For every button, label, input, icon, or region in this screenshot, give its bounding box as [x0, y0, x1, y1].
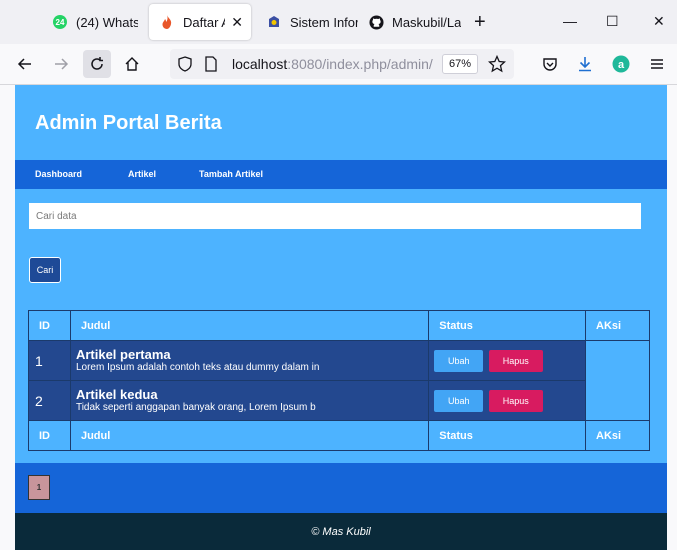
- pocket-icon: [543, 58, 557, 71]
- tab-badge: 24: [53, 15, 67, 29]
- browser-tab-bar: 24 (24) WhatsA Daftar Art ✕ Sistem Infor…: [0, 0, 677, 44]
- row-aksi: [585, 340, 650, 381]
- edit-button[interactable]: Ubah: [434, 349, 484, 372]
- minimize-button[interactable]: —: [563, 12, 577, 30]
- tab-title: (24) WhatsA: [76, 14, 138, 30]
- footer-header-judul: Judul: [69, 420, 430, 451]
- page-title: Admin Portal Berita: [35, 112, 222, 134]
- github-icon: [368, 14, 384, 30]
- star-icon[interactable]: [488, 55, 506, 73]
- maximize-button[interactable]: ☐: [606, 12, 619, 30]
- delete-button[interactable]: Hapus: [488, 389, 543, 412]
- row-aksi: [585, 380, 650, 421]
- column-header-judul: Judul: [69, 310, 430, 341]
- address-bar[interactable]: localhost:8080/index.php/admin/ 67%: [170, 49, 514, 79]
- tab-sistem-informasi[interactable]: Sistem Infor: [262, 4, 358, 40]
- table-row: 1 Artikel pertama Lorem Ipsum adalah con…: [28, 340, 650, 381]
- reload-icon: [91, 57, 103, 70]
- row-status: Ubah Hapus: [428, 340, 587, 381]
- column-header-status: Status: [428, 310, 587, 341]
- shield-icon: [178, 56, 192, 72]
- tab-title: Maskubil/La: [392, 14, 462, 30]
- article-excerpt: Tidak seperti anggapan banyak orang, Lor…: [75, 402, 316, 413]
- forward-button[interactable]: [47, 50, 75, 78]
- nav-link-tambah-artikel[interactable]: Tambah Artikel: [199, 169, 263, 179]
- browser-toolbar: localhost:8080/index.php/admin/ 67% a: [0, 44, 677, 85]
- article-title: Artikel kedua: [75, 387, 158, 402]
- search-input[interactable]: [29, 203, 641, 229]
- page-content: Admin Portal Berita Dashboard Artikel Ta…: [15, 85, 667, 550]
- extension-icon: a: [612, 55, 630, 73]
- back-arrow-icon: [17, 58, 31, 70]
- article-title: Artikel pertama: [75, 347, 171, 362]
- home-icon: [125, 57, 139, 71]
- window-close-button[interactable]: ✕: [653, 12, 665, 30]
- row-status: Ubah Hapus: [428, 380, 587, 421]
- extension-button[interactable]: a: [607, 50, 635, 78]
- page-icon: [205, 56, 217, 72]
- nav-link-dashboard[interactable]: Dashboard: [35, 169, 82, 179]
- tab-github[interactable]: Maskubil/La: [366, 4, 466, 40]
- tab-whatsapp[interactable]: 24 (24) WhatsA: [40, 4, 138, 40]
- row-judul: Artikel kedua Tidak seperti anggapan ban…: [69, 380, 430, 421]
- row-id: 1: [28, 340, 71, 381]
- table-row: 2 Artikel kedua Tidak seperti anggapan b…: [28, 380, 650, 421]
- site-header: Admin Portal Berita: [15, 85, 667, 160]
- table-footer-row: ID Judul Status AKsi: [28, 420, 650, 451]
- back-button[interactable]: [11, 50, 39, 78]
- footer-header-status: Status: [428, 420, 587, 451]
- home-button[interactable]: [118, 50, 146, 78]
- page-link-current[interactable]: 1: [28, 475, 50, 500]
- site-nav: Dashboard Artikel Tambah Artikel: [15, 160, 667, 189]
- close-tab-icon[interactable]: ✕: [231, 14, 243, 31]
- url-text[interactable]: localhost:8080/index.php/admin/: [232, 56, 433, 72]
- whatsapp-icon: 24: [52, 14, 68, 30]
- article-table: ID Judul Status AKsi 1 Artikel pertama L…: [28, 310, 650, 451]
- svg-text:a: a: [618, 59, 625, 71]
- article-excerpt: Lorem Ipsum adalah contoh teks atau dumm…: [75, 362, 320, 373]
- menu-icon: [651, 59, 663, 69]
- footer-header-id: ID: [28, 420, 71, 451]
- column-header-aksi: AKsi: [585, 310, 650, 341]
- site-footer: © Mas Kubil: [15, 513, 667, 550]
- delete-button[interactable]: Hapus: [488, 349, 543, 372]
- pagination: 1: [15, 463, 667, 513]
- tab-daftar-artikel[interactable]: Daftar Art ✕: [149, 4, 251, 40]
- menu-button[interactable]: [643, 50, 671, 78]
- tab-title: Daftar Art: [183, 14, 225, 30]
- pocket-button[interactable]: [536, 50, 564, 78]
- zoom-level[interactable]: 67%: [442, 54, 479, 74]
- forward-arrow-icon: [55, 58, 69, 70]
- flame-icon: [159, 14, 175, 30]
- reload-button[interactable]: [83, 50, 111, 78]
- download-icon: [579, 57, 591, 72]
- nav-link-artikel[interactable]: Artikel: [128, 169, 156, 179]
- footer-header-aksi: AKsi: [585, 420, 650, 451]
- edit-button[interactable]: Ubah: [434, 389, 484, 412]
- column-header-id: ID: [28, 310, 71, 341]
- seal-icon: [266, 14, 282, 30]
- new-tab-button[interactable]: +: [474, 10, 486, 34]
- scrollbar-track[interactable]: [667, 85, 677, 550]
- row-id: 2: [28, 380, 71, 421]
- tab-title: Sistem Infor: [290, 14, 358, 30]
- search-button[interactable]: Cari: [29, 257, 61, 283]
- row-judul: Artikel pertama Lorem Ipsum adalah conto…: [69, 340, 430, 381]
- table-header-row: ID Judul Status AKsi: [28, 310, 650, 341]
- download-button[interactable]: [571, 50, 599, 78]
